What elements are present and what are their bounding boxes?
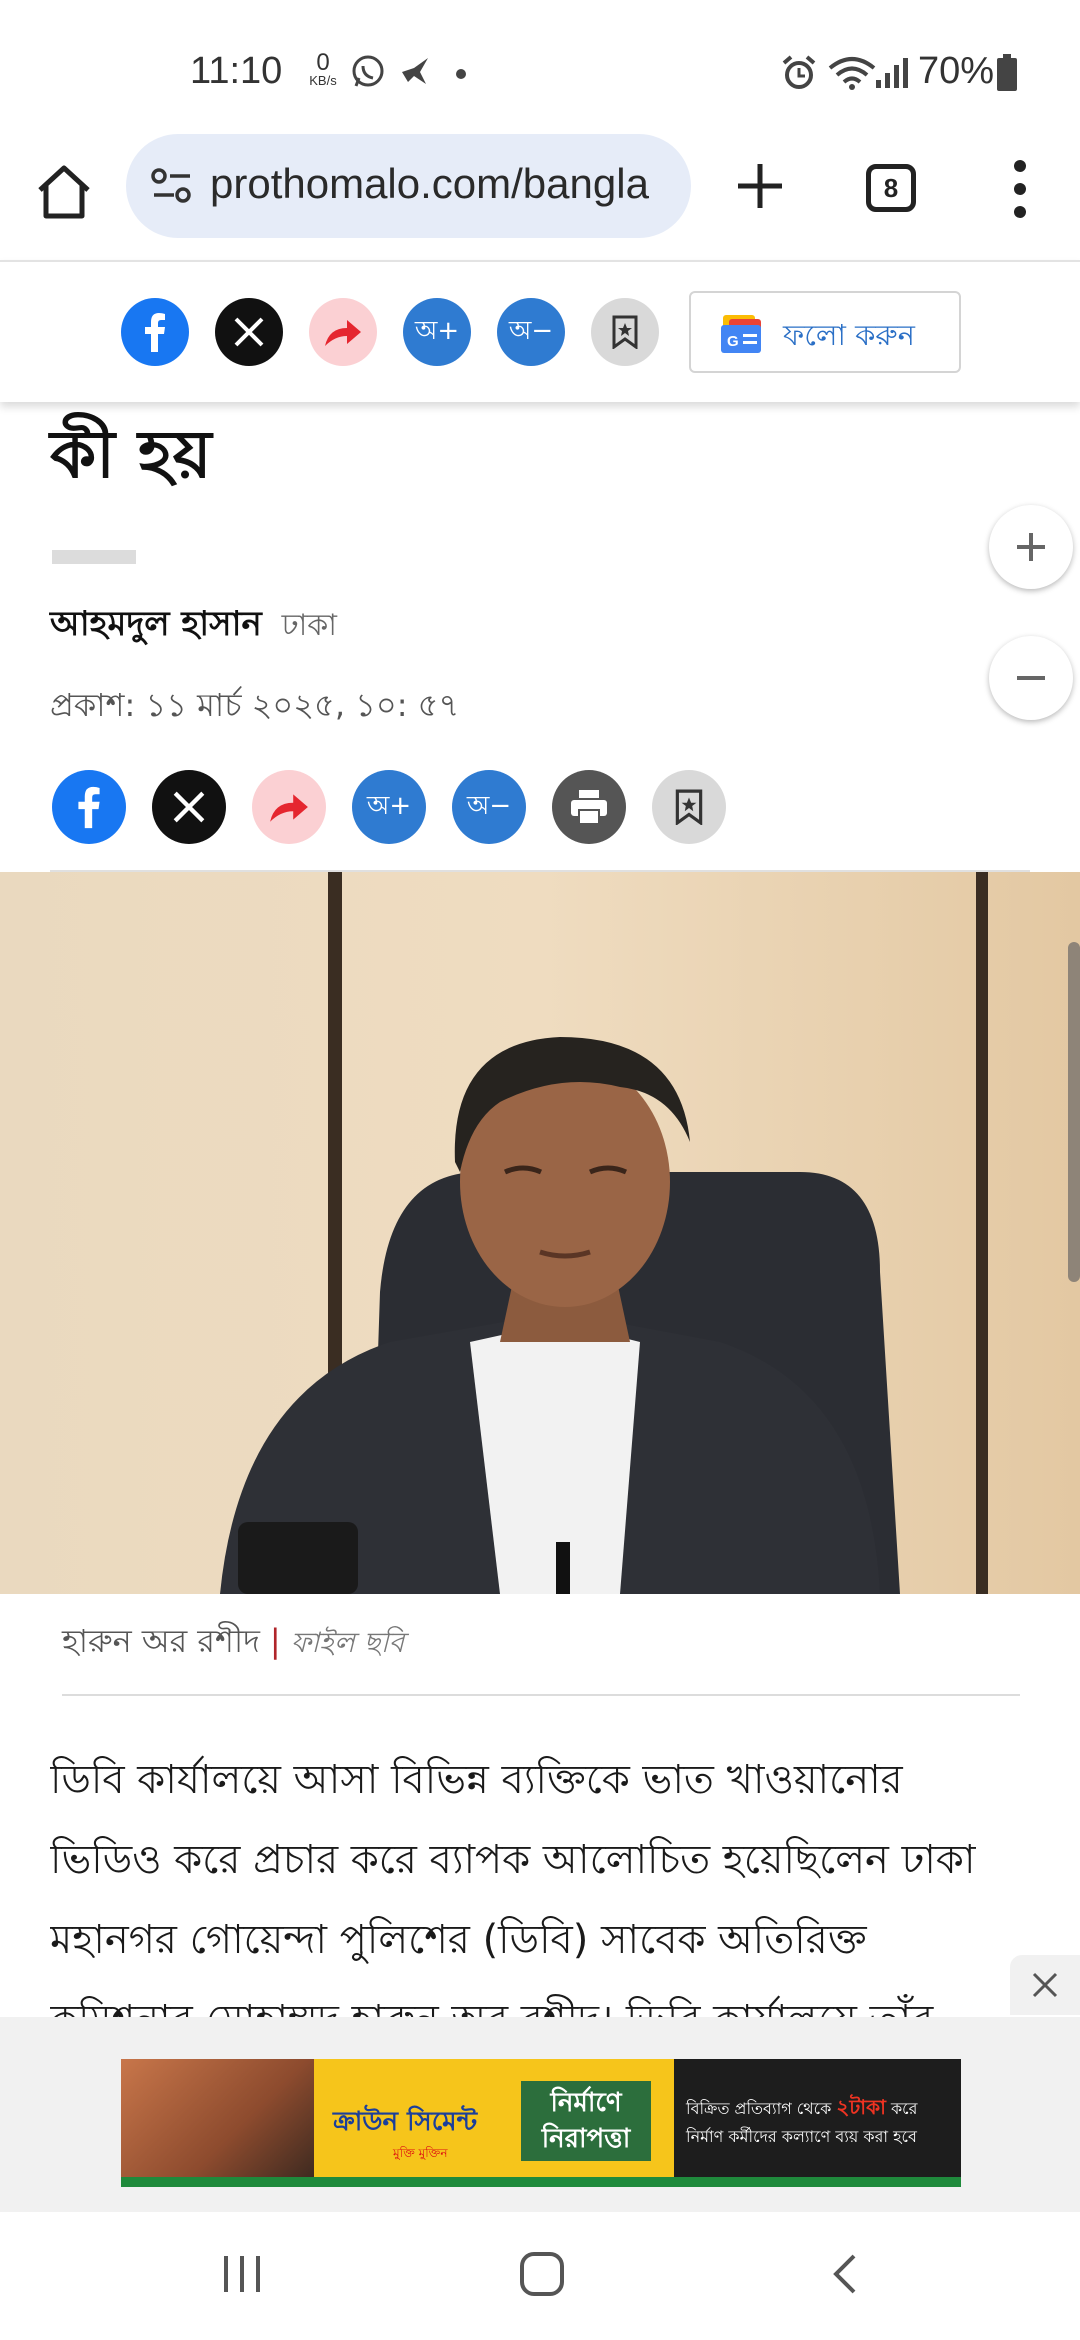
ad-brand-name: ক্রাউন সিমেন্ট: [333, 2107, 478, 2137]
network-speed: 0 KB/s: [298, 49, 348, 88]
divider: [62, 1694, 1020, 1696]
network-speed-unit: KB/s: [309, 73, 337, 88]
facebook-icon: [145, 313, 165, 352]
home-icon[interactable]: [30, 158, 98, 226]
article-font-decrease-button[interactable]: অ−: [452, 770, 526, 844]
ad-copy-pre: বিক্রিত প্রতিব্যাগ থেকে: [686, 2099, 832, 2118]
overflow-menu-icon[interactable]: [1000, 154, 1040, 224]
printer-icon: [571, 790, 607, 825]
ad-copy-amount: ২টাকা: [836, 2095, 886, 2119]
ad-banner[interactable]: ক্রাউন সিমেন্ট মুক্তি মুক্তিন নির্মাণে ন…: [121, 2059, 961, 2187]
zoom-in-button[interactable]: [989, 505, 1073, 589]
ad-container: ক্রাউন সিমেন্ট মুক্তি মুক্তিন নির্মাণে ন…: [0, 2017, 1080, 2212]
sticky-share-toolbar: অ+ অ− G ফলো করুন: [0, 260, 1080, 402]
svg-text:G: G: [727, 333, 739, 350]
back-icon[interactable]: [826, 2252, 866, 2296]
ad-close-button[interactable]: [1010, 1955, 1080, 2015]
google-news-icon: G: [721, 315, 761, 353]
article-body: ডিবি কার্যালয়ে আসা বিভিন্ন ব্যক্তিকে ভা…: [50, 1740, 1040, 2020]
ad-copy-line2: নির্মাণ কর্মীদের কল্যাণে ব্যয় করা হবে: [686, 2127, 917, 2146]
body-line: ভিডিও করে প্রচার করে ব্যাপক আলোচিত হয়েছ…: [50, 1837, 976, 1883]
new-tab-icon[interactable]: [730, 156, 790, 216]
url-text: prothomalo.com/bangla: [210, 160, 649, 207]
address-bar[interactable]: prothomalo.com/bangla: [126, 134, 691, 238]
article-facebook-share-button[interactable]: [52, 770, 126, 844]
network-speed-value: 0: [316, 49, 330, 76]
share-arrow-icon: [325, 320, 361, 346]
zoom-out-button[interactable]: [989, 636, 1073, 720]
share-arrow-icon: [270, 794, 308, 822]
signal-icon: [876, 58, 908, 88]
battery-icon: [997, 54, 1017, 91]
caption-source: ফাইল ছবি: [290, 1626, 405, 1659]
share-button[interactable]: [309, 298, 377, 366]
article-headline: কী হয়: [50, 416, 212, 493]
status-time: 11:10: [190, 50, 283, 92]
ad-stripe: [121, 2177, 961, 2187]
caption-text: হারুন অর রশীদ: [62, 1622, 260, 1660]
ad-slogan: নির্মাণে নিরাপত্তা: [521, 2081, 651, 2161]
tab-switcher-button[interactable]: 8: [866, 164, 916, 212]
minus-icon: [1017, 676, 1045, 680]
wifi-icon: [828, 57, 876, 90]
facebook-icon: [78, 786, 100, 829]
author-name[interactable]: আহমদুল হাসান: [50, 604, 262, 644]
follow-label: ফলো করুন: [783, 318, 915, 352]
bookmark-icon: [675, 789, 703, 825]
body-line: মহানগর গোয়েন্দা পুলিশের (ডিবি) সাবেক অত…: [50, 1917, 867, 1963]
bookmark-button[interactable]: [591, 298, 659, 366]
font-increase-button[interactable]: অ+: [403, 298, 471, 366]
x-icon: [173, 791, 205, 823]
article-photo[interactable]: [0, 872, 1080, 1594]
photo-caption: হারুন অর রশীদ | ফাইল ছবি: [62, 1616, 404, 1670]
category-placeholder-bar: [52, 550, 136, 564]
ad-brand-sub: মুক্তি মুক্তিন: [393, 2146, 448, 2160]
article-x-share-button[interactable]: [152, 770, 226, 844]
whatsapp-icon: [352, 55, 384, 87]
ad-copy-post: করে: [890, 2099, 918, 2118]
article-share-button[interactable]: [252, 770, 326, 844]
system-nav-bar: [0, 2212, 1080, 2340]
bookmark-icon: [612, 315, 638, 349]
close-icon: [1032, 1972, 1058, 1998]
messenger-bird-icon: [402, 58, 428, 84]
site-settings-icon[interactable]: [150, 166, 194, 206]
print-button[interactable]: [552, 770, 626, 844]
x-share-button[interactable]: [215, 298, 283, 366]
home-nav-icon[interactable]: [518, 2250, 566, 2298]
body-line: ডিবি কার্যালয়ে আসা বিভিন্ন ব্যক্তিকে ভা…: [50, 1757, 903, 1803]
ad-photo-panel: [121, 2059, 314, 2177]
notification-dot-icon: [456, 69, 466, 79]
caption-separator: |: [269, 1622, 281, 1660]
published-date: প্রকাশ: ১১ মার্চ ২০২৫, ১০: ৫৭: [50, 686, 460, 724]
article-bookmark-button[interactable]: [652, 770, 726, 844]
facebook-share-button[interactable]: [121, 298, 189, 366]
browser-toolbar: prothomalo.com/bangla 8: [0, 130, 1080, 260]
google-news-follow-button[interactable]: G ফলো করুন: [689, 291, 961, 373]
photo-illustration: [0, 872, 1080, 1594]
ad-brand: ক্রাউন সিমেন্ট মুক্তি মুক্তিন: [333, 2101, 477, 2165]
font-decrease-button[interactable]: অ−: [497, 298, 565, 366]
battery-percent: 70%: [918, 50, 995, 92]
article-font-increase-button[interactable]: অ+: [352, 770, 426, 844]
recent-apps-icon[interactable]: [220, 2252, 264, 2296]
author-location: ঢাকা: [281, 608, 337, 643]
alarm-icon: [782, 55, 816, 89]
plus-icon: [1017, 533, 1045, 561]
status-bar: 11:10 0 KB/s 70%: [0, 0, 1080, 130]
x-icon: [234, 317, 264, 347]
ad-copy: বিক্রিত প্রতিব্যাগ থেকে ২টাকা করে নির্মা…: [686, 2093, 917, 2151]
author-line: আহমদুল হাসান ঢাকা: [50, 598, 337, 655]
body-line: কমিশনার মোহাম্মদ হারুন অর রশীদ। ডিবি কার…: [50, 1997, 934, 2020]
